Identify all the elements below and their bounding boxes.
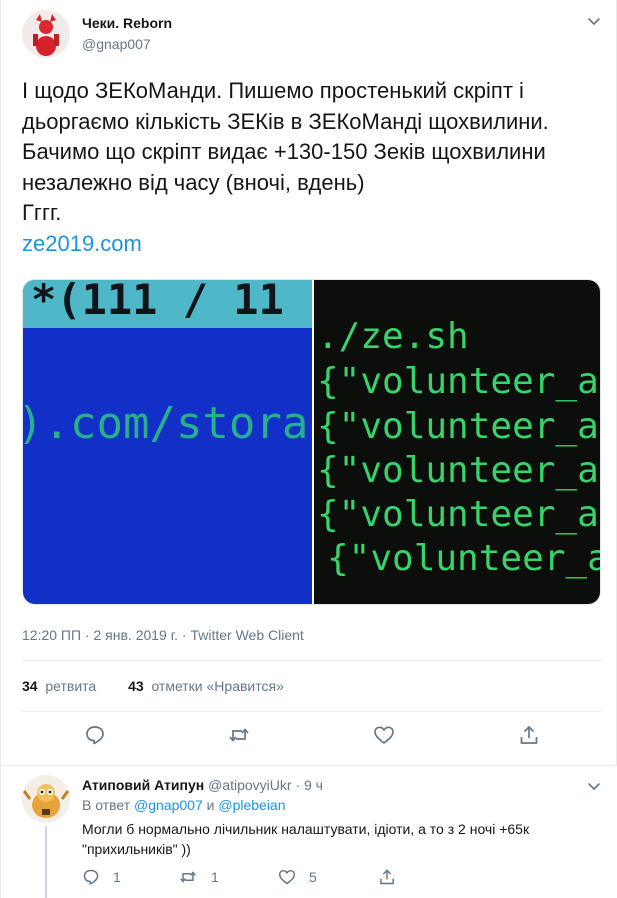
media-left-top-text: *(111 / 11 bbox=[31, 280, 284, 324]
reply-author-name[interactable]: Атиповий Атипун bbox=[82, 777, 204, 793]
reply-header: Атиповий Атипун @atipovyiUkr · 9 ч bbox=[82, 777, 323, 793]
divider bbox=[22, 660, 601, 661]
media-right-line: ./ze.sh bbox=[317, 316, 469, 357]
reply-avatar[interactable] bbox=[22, 775, 70, 823]
media-right-line: {"volunteer_a bbox=[317, 494, 599, 535]
share-icon bbox=[380, 869, 394, 885]
media-right-line: {"volunteer_a bbox=[317, 361, 599, 402]
reply-text-line: Могли б нормально лічильник налаштувати,… bbox=[82, 821, 530, 837]
media-right-line: {"volunteer_a bbox=[317, 406, 599, 447]
tweet-text-line: Гггг. bbox=[22, 200, 62, 225]
author-handle[interactable]: @gnap007 bbox=[82, 36, 151, 52]
retweet-count: 1 bbox=[211, 869, 219, 885]
reply-reply-button[interactable]: 1 bbox=[82, 868, 121, 886]
mention-link[interactable]: @plebeian bbox=[218, 797, 285, 813]
reply-time[interactable]: 9 ч bbox=[304, 777, 323, 793]
reply-like-button[interactable]: 5 bbox=[278, 868, 317, 886]
reply-icon bbox=[83, 869, 99, 885]
tweet-text-line: дьоргаємо кількість ЗЕКів в ЗЕКоМанді що… bbox=[22, 108, 549, 134]
tweet-text: І щодо ЗЕКоМанди. Пишемо простенький скр… bbox=[22, 76, 592, 259]
media-right-line: {"volunteer_a bbox=[317, 450, 599, 491]
tweet-actions bbox=[22, 722, 601, 752]
author-name[interactable]: Чеки. Reborn bbox=[82, 15, 172, 31]
reply-text: Могли б нормально лічильник налаштувати,… bbox=[82, 819, 582, 859]
retweets-label: ретвита bbox=[45, 678, 97, 694]
likes-count: 43 bbox=[128, 678, 144, 694]
retweets-stat[interactable]: 34 ретвита bbox=[22, 678, 96, 694]
thread-line bbox=[45, 826, 47, 898]
likes-stat[interactable]: 43 отметки «Нравится» bbox=[128, 678, 284, 694]
like-count: 5 bbox=[309, 869, 317, 885]
tweet-media[interactable]: *(111 / 11 ).com/stora ./ze.sh {"volunte… bbox=[22, 279, 601, 605]
author-avatar[interactable] bbox=[22, 10, 70, 58]
likes-label: отметки «Нравится» bbox=[151, 678, 284, 694]
share-icon[interactable] bbox=[516, 722, 542, 748]
media-left-main-text: ).com/stora bbox=[23, 398, 308, 449]
media-right-line: {"volunteer_a bbox=[327, 538, 601, 579]
tweet-stats: 34 ретвита 43 отметки «Нравится» bbox=[22, 678, 306, 694]
reply-prefix: В ответ bbox=[82, 797, 131, 813]
retweets-count: 34 bbox=[22, 678, 38, 694]
reply-context: В ответ @gnap007 и @plebeian bbox=[82, 797, 286, 813]
reply-share-button[interactable] bbox=[378, 868, 396, 886]
reply-author-handle[interactable]: @atipovyiUkr bbox=[208, 777, 291, 793]
chevron-down-icon[interactable] bbox=[585, 777, 603, 795]
divider bbox=[22, 711, 601, 712]
heart-icon bbox=[278, 869, 296, 885]
tweet-link[interactable]: ze2019.com bbox=[22, 229, 592, 260]
chevron-down-icon[interactable] bbox=[585, 12, 603, 30]
reply-icon[interactable] bbox=[82, 722, 108, 748]
heart-icon[interactable] bbox=[371, 722, 397, 748]
media-image-left[interactable]: *(111 / 11 ).com/stora bbox=[23, 280, 312, 605]
reply-and: и bbox=[206, 797, 215, 813]
retweet-icon bbox=[180, 871, 196, 883]
tweet-text-line: І щодо ЗЕКоМанди. Пишемо простенький скр… bbox=[22, 78, 524, 103]
tweet-text-line: незалежно від часу (вночі, вдень) bbox=[22, 169, 365, 195]
tweet-timestamp[interactable]: 12:20 ПП · 2 янв. 2019 г. · Twitter Web … bbox=[22, 627, 304, 643]
reply-text-line: "прихильників" )) bbox=[82, 841, 191, 857]
tweet-text-line: Бачимо що скріпт видає +130-150 Зеків що… bbox=[22, 139, 546, 164]
reply-retweet-button[interactable]: 1 bbox=[178, 868, 219, 886]
reply-count: 1 bbox=[113, 869, 121, 885]
media-image-right[interactable]: ./ze.sh {"volunteer_a {"volunteer_a {"vo… bbox=[314, 280, 601, 605]
tweet-detail-panel: Чеки. Reborn @gnap007 І щодо ЗЕКоМанди. … bbox=[0, 0, 617, 898]
mention-link[interactable]: @gnap007 bbox=[134, 797, 203, 813]
retweet-icon[interactable] bbox=[226, 722, 252, 748]
reply-actions: 1 1 5 bbox=[82, 868, 482, 890]
